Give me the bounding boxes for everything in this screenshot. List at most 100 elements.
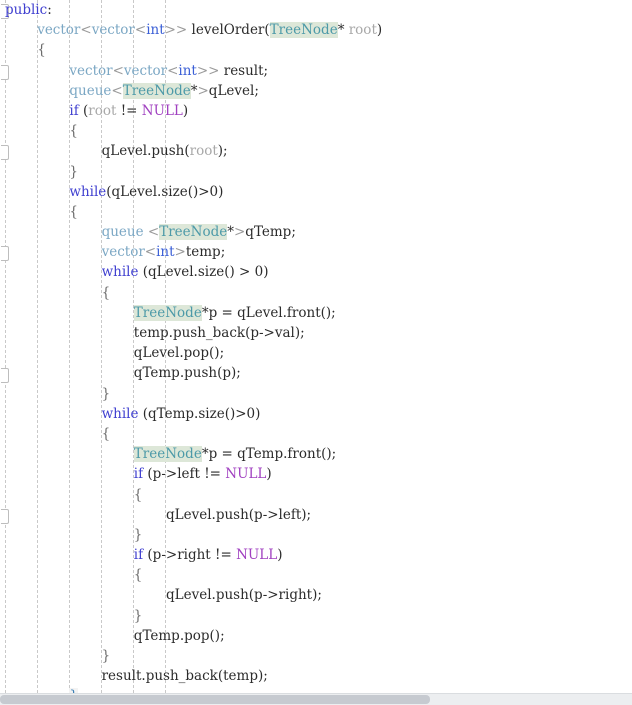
code-line[interactable]: } xyxy=(0,162,632,182)
code-token: TreeNode xyxy=(133,304,202,321)
horizontal-scrollbar[interactable] xyxy=(0,693,632,705)
code-token: if xyxy=(133,547,144,564)
code-token: vector xyxy=(37,22,81,39)
code-token: ) xyxy=(266,466,272,483)
code-token: vector xyxy=(123,62,168,79)
code-token: (qTemp.size()>0) xyxy=(138,405,261,422)
code-token: > xyxy=(197,82,209,99)
code-token: ) xyxy=(277,547,283,564)
code-token: int xyxy=(156,244,175,261)
code-token: NULL xyxy=(141,102,183,119)
code-line[interactable]: queue <TreeNode*>qTemp; xyxy=(0,222,632,242)
code-token: qLevel; xyxy=(208,82,259,99)
code-token: } xyxy=(101,385,111,402)
code-line[interactable]: { xyxy=(0,202,632,222)
code-token: *p = qTemp.front(); xyxy=(201,446,337,463)
code-token: { xyxy=(101,425,111,442)
horizontal-scrollbar-thumb[interactable] xyxy=(0,695,430,704)
code-token: *p = qLevel.front(); xyxy=(201,304,336,321)
code-token: while xyxy=(101,405,139,422)
code-line[interactable]: qTemp.pop(); xyxy=(0,626,632,646)
code-token: { xyxy=(69,203,78,220)
code-line[interactable]: { xyxy=(0,565,632,585)
code-token: (qLevel.size()>0) xyxy=(106,183,224,200)
code-line[interactable]: qLevel.push(p->left); xyxy=(0,505,632,525)
code-line[interactable]: qLevel.pop(); xyxy=(0,343,632,363)
code-line[interactable]: { xyxy=(0,424,632,444)
code-token: qLevel.push(p->left); xyxy=(166,506,312,523)
code-token: < xyxy=(144,244,157,261)
code-token: * xyxy=(227,224,234,241)
code-line[interactable]: TreeNode*p = qTemp.front(); xyxy=(0,444,632,464)
code-line[interactable]: queue<TreeNode*>qLevel; xyxy=(0,81,632,101)
code-token: while xyxy=(101,264,139,281)
code-line[interactable]: result.push_back(temp); xyxy=(0,666,632,686)
code-token: ) xyxy=(182,102,189,119)
code-token: while xyxy=(69,183,107,200)
code-line[interactable]: while (qTemp.size()>0) xyxy=(0,404,632,424)
code-content[interactable]: public: vector<vector<int>> levelOrder(Tr… xyxy=(0,0,632,705)
code-token: } xyxy=(101,648,111,664)
code-token: >> xyxy=(196,62,220,79)
code-token: temp.push_back(p->val); xyxy=(133,325,305,341)
code-line[interactable]: vector<vector<int>> result; xyxy=(0,61,632,81)
code-token: result.push_back(temp); xyxy=(101,668,268,685)
code-token: queue xyxy=(69,82,112,99)
code-token: > xyxy=(233,224,246,241)
code-token: qTemp; xyxy=(245,224,296,241)
code-token: int xyxy=(146,22,165,39)
code-line[interactable]: { xyxy=(0,283,632,303)
code-token: TreeNode xyxy=(159,224,228,241)
code-token: { xyxy=(133,567,143,584)
code-token: root xyxy=(189,143,218,160)
code-token: TreeNode xyxy=(122,82,191,99)
code-line[interactable]: } xyxy=(0,384,632,404)
code-token: { xyxy=(133,486,143,503)
code-line[interactable]: public: xyxy=(0,0,632,20)
code-token: root xyxy=(88,102,117,119)
code-line[interactable]: } xyxy=(0,646,632,666)
code-token: vector xyxy=(69,62,113,79)
code-token: (p->left != xyxy=(143,466,226,483)
code-line[interactable]: if (p->right != NULL) xyxy=(0,545,632,565)
code-line[interactable]: } xyxy=(0,606,632,626)
code-line[interactable]: } xyxy=(0,525,632,545)
code-token: if xyxy=(133,466,144,483)
code-token: public xyxy=(5,2,48,18)
code-token: < xyxy=(143,224,160,241)
code-token: qLevel.pop(); xyxy=(133,345,225,362)
code-token: levelOrder xyxy=(187,22,265,39)
code-token: : xyxy=(47,2,52,18)
code-line[interactable]: { xyxy=(0,121,632,141)
code-token: qLevel.push(p->right); xyxy=(166,587,322,604)
code-line[interactable]: { xyxy=(0,485,632,505)
code-line[interactable]: while(qLevel.size()>0) xyxy=(0,182,632,202)
code-token: < xyxy=(112,62,124,79)
code-line[interactable]: if (p->left != NULL) xyxy=(0,464,632,484)
code-line[interactable]: vector<vector<int>> levelOrder(TreeNode*… xyxy=(0,20,632,40)
code-token: < xyxy=(80,22,92,39)
code-token: } xyxy=(133,526,143,543)
code-line[interactable]: qLevel.push(root); xyxy=(0,141,632,161)
code-line[interactable]: while (qLevel.size() > 0) xyxy=(0,262,632,282)
code-token: ) xyxy=(376,22,383,39)
code-token: } xyxy=(69,163,78,180)
code-token: NULL xyxy=(225,466,267,483)
code-line[interactable]: temp.push_back(p->val); xyxy=(0,323,632,343)
code-editor[interactable]: public: vector<vector<int>> levelOrder(Tr… xyxy=(0,0,632,705)
code-line[interactable]: qLevel.push(p->right); xyxy=(0,585,632,605)
code-line[interactable]: qTemp.push(p); xyxy=(0,363,632,383)
code-token: qTemp.pop(); xyxy=(133,627,225,644)
code-line[interactable]: { xyxy=(0,40,632,60)
code-token: { xyxy=(101,284,111,301)
code-line[interactable]: if (root != NULL) xyxy=(0,101,632,121)
code-token: qLevel.push( xyxy=(101,143,190,160)
code-token: root xyxy=(344,22,377,39)
code-token: temp; xyxy=(185,244,226,261)
code-token: qTemp.push(p); xyxy=(133,365,241,382)
code-token: ); xyxy=(217,143,228,160)
code-line[interactable]: TreeNode*p = qLevel.front(); xyxy=(0,303,632,323)
code-line[interactable]: vector<int>temp; xyxy=(0,242,632,262)
code-token: NULL xyxy=(236,547,278,564)
code-token: ( xyxy=(78,102,89,119)
